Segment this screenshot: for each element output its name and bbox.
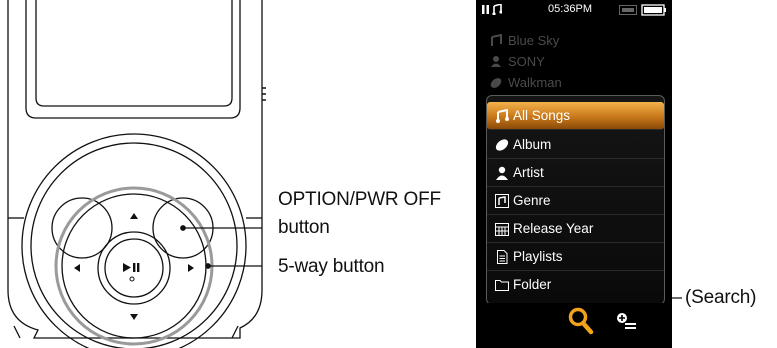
menu-panel: All Songs Album Artist Genre Release Yea… (486, 95, 665, 305)
pause-icon (133, 263, 136, 272)
menu-item-label: All Songs (513, 108, 571, 123)
option-pwr-off-label: OPTION/PWR OFF button (278, 189, 441, 238)
music-note-icon (496, 109, 509, 123)
person-icon (496, 166, 508, 180)
menu-item-album[interactable]: Album (487, 131, 664, 159)
hold-icon (619, 5, 637, 15)
search-icon[interactable] (568, 307, 594, 335)
menu-item-genre[interactable]: Genre (487, 187, 664, 215)
walkman-device (7, 0, 266, 348)
menu-item-label: Genre (513, 193, 551, 208)
music-note-icon (491, 34, 502, 46)
menu-item-all-songs[interactable]: All Songs (487, 102, 664, 130)
device-body (7, 0, 263, 339)
pause-status-icon (482, 5, 489, 14)
music-note-status-icon (492, 4, 502, 15)
menu-item-label: Release Year (513, 221, 594, 236)
five-way-button-label: 5-way button (278, 256, 385, 277)
menu-item-label: Playlists (513, 249, 563, 264)
walkman-screen: 05:36PM Blue Sky SONY Walkman All Songs … (476, 0, 672, 348)
menu-item-label: Artist (513, 165, 544, 180)
menu-item-folder[interactable]: Folder (487, 271, 664, 299)
track-title: Blue Sky (508, 33, 560, 48)
menu-item-release-year[interactable]: Release Year (487, 215, 664, 243)
menu-item-label: Folder (513, 277, 552, 292)
album-icon (490, 78, 502, 88)
menu-item-playlists[interactable]: Playlists (487, 243, 664, 271)
album-icon (495, 139, 509, 151)
folder-icon (495, 280, 509, 291)
clock: 05:36PM (548, 3, 593, 15)
menu-item-artist[interactable]: Artist (487, 159, 664, 187)
menu-item-label: Album (513, 137, 552, 152)
track-album: Walkman (508, 75, 562, 90)
playlist-icon (497, 250, 508, 264)
bottom-toolbar (476, 303, 672, 348)
track-artist: SONY (508, 54, 545, 69)
genre-icon (495, 194, 509, 208)
search-label: (Search) (685, 287, 757, 308)
calendar-icon (495, 223, 509, 236)
person-icon (491, 56, 501, 67)
add-list-icon[interactable] (616, 312, 638, 332)
status-bar: 05:36PM (476, 0, 672, 20)
battery-icon (641, 4, 666, 16)
